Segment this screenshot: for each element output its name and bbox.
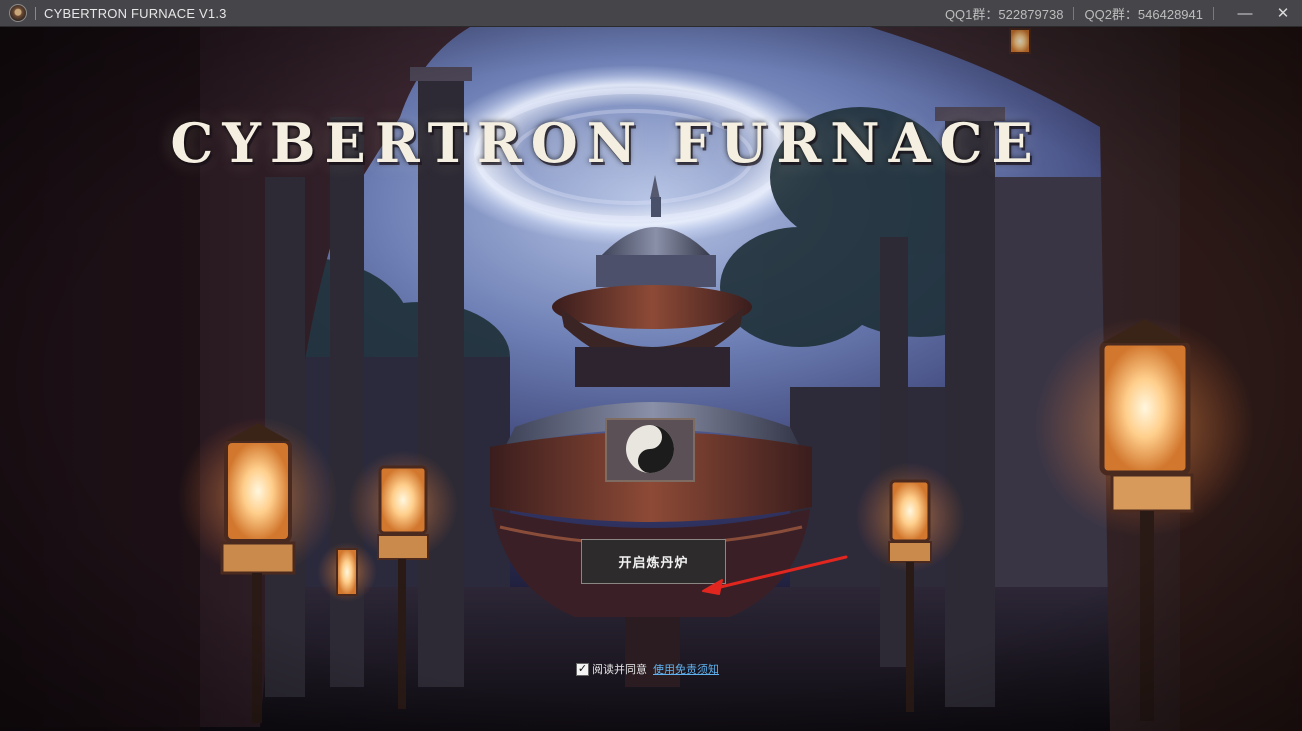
minimize-button[interactable]: — xyxy=(1226,0,1264,27)
qq-group-2: QQ2群：546428941 xyxy=(1084,6,1203,22)
qq-group-1: QQ1群：522879738 xyxy=(944,6,1064,22)
agreement-row: ✓ 阅读并同意 使用免责须知 xyxy=(576,660,719,678)
disclaimer-link[interactable]: 使用免责须知 xyxy=(653,661,719,677)
checkmark-icon: ✓ xyxy=(577,662,588,675)
window-title: CYBERTRON FURNACE V1.3 xyxy=(44,5,227,21)
close-icon: ✕ xyxy=(1276,5,1290,22)
hero-title: CYBERTRON FURNACE xyxy=(170,111,1042,175)
qq-separator xyxy=(1073,6,1075,20)
agree-label: 阅读并同意 xyxy=(592,664,647,676)
agree-checkbox[interactable]: ✓ xyxy=(576,662,589,676)
qq-separator xyxy=(1213,6,1214,20)
start-furnace-button[interactable]: 开启炼丹炉 xyxy=(581,539,726,584)
title-separator xyxy=(35,6,36,20)
minimize-icon: — xyxy=(1237,4,1253,22)
furnace-logo-icon xyxy=(9,4,27,22)
app-window: CYBERTRON FURNACE V1.3 QQ1群：522879738 QQ… xyxy=(0,0,1302,731)
title-bar[interactable]: CYBERTRON FURNACE V1.3 QQ1群：522879738 QQ… xyxy=(0,0,1302,27)
close-button[interactable]: ✕ xyxy=(1264,0,1302,27)
